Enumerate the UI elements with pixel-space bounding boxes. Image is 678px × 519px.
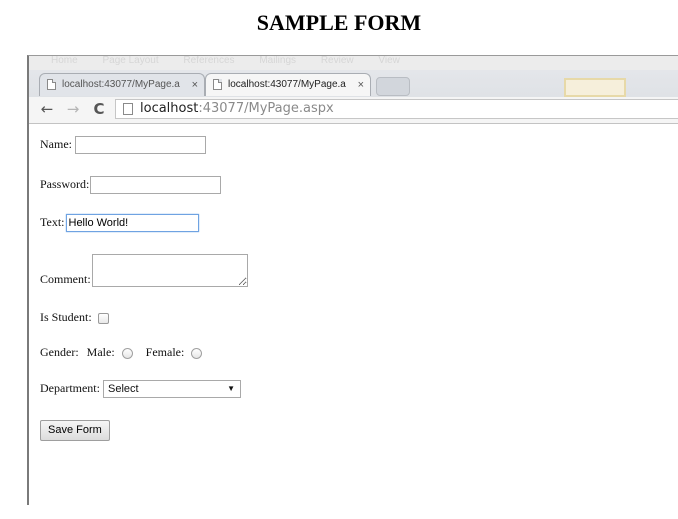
menu-item: Page Layout (102, 55, 159, 66)
address-bar[interactable]: localhost:43077/MyPage.aspx (115, 99, 678, 119)
is-student-checkbox[interactable] (97, 312, 109, 324)
background-toolbar (414, 76, 678, 97)
department-select[interactable]: Select ▼ (102, 380, 241, 398)
name-row: Name: (40, 136, 206, 154)
page-content: Name: Password: Text: Comment: Is Studen… (29, 124, 678, 505)
password-input[interactable] (90, 176, 222, 194)
page-icon (123, 103, 133, 115)
tab-1[interactable]: localhost:43077/MyPage.a × (39, 73, 205, 96)
gender-label: Gender: (40, 345, 79, 359)
menu-item: References (183, 55, 235, 66)
is-student-row: Is Student: (40, 310, 109, 325)
url-host: localhost (140, 101, 199, 116)
menu-item: Home (51, 55, 78, 66)
name-label: Name: (40, 136, 72, 151)
page-icon (47, 79, 56, 90)
menu-item: Review (320, 55, 354, 66)
text-label: Text: (40, 214, 65, 229)
gender-male-radio[interactable] (121, 347, 133, 359)
url-text: localhost:43077/MyPage.aspx (140, 100, 334, 118)
gender-male-label: Male: (86, 345, 115, 359)
tab-label: localhost:43077/MyPage.a (62, 79, 180, 90)
close-icon[interactable]: × (192, 74, 198, 96)
save-form-button[interactable]: Save Form (40, 420, 110, 441)
password-label: Password: (40, 176, 90, 191)
comment-label: Comment: (40, 272, 91, 286)
is-student-label: Is Student: (40, 310, 92, 324)
background-menu-strip: Home Page Layout References Mailings Rev… (29, 56, 678, 70)
reload-icon[interactable]: C (90, 100, 108, 118)
tab-strip: localhost:43077/MyPage.a × localhost:430… (29, 70, 678, 97)
forward-arrow-icon[interactable]: → (64, 100, 82, 118)
document-title: SAMPLE FORM (256, 10, 422, 35)
menu-item: Mailings (259, 55, 297, 66)
new-tab-button[interactable] (376, 77, 410, 96)
url-path: :43077/MyPage.aspx (198, 101, 334, 116)
save-row: Save Form (40, 420, 110, 441)
menu-item: View (378, 55, 400, 66)
chevron-down-icon: ▼ (227, 384, 235, 393)
close-icon[interactable]: × (358, 74, 364, 96)
text-row: Text: (40, 214, 199, 232)
department-selected-value: Select (107, 383, 139, 395)
gender-row: Gender: Male: Female: (40, 345, 203, 360)
comment-row: Comment: (40, 254, 248, 287)
gender-female-radio[interactable] (191, 347, 203, 359)
gender-female-label: Female: (145, 345, 185, 359)
tab-label: localhost:43077/MyPage.a (228, 79, 346, 90)
background-style-box (564, 78, 626, 97)
page-icon (213, 79, 222, 90)
department-label: Department: (40, 380, 100, 395)
tab-2[interactable]: localhost:43077/MyPage.a × (205, 73, 371, 96)
department-row: Department: Select ▼ (40, 380, 241, 398)
password-row: Password: (40, 176, 222, 194)
name-input[interactable] (75, 136, 206, 154)
text-input[interactable] (65, 214, 199, 232)
navigation-bar: ← → C localhost:43077/MyPage.aspx (29, 97, 678, 124)
back-arrow-icon[interactable]: ← (38, 100, 56, 118)
browser-window: Home Page Layout References Mailings Rev… (27, 55, 678, 505)
comment-textarea[interactable] (91, 254, 248, 287)
